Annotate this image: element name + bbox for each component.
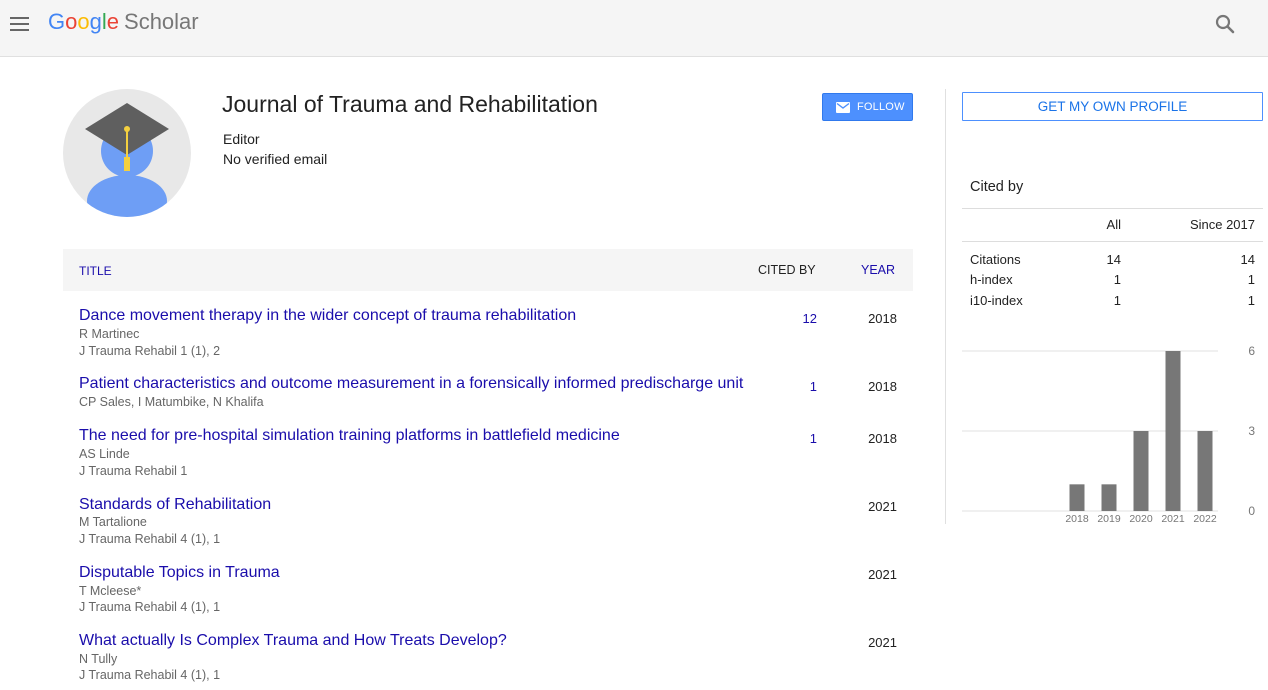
stat-all: 1 <box>1113 293 1121 308</box>
chart-x-tick-label: 2019 <box>1097 513 1121 525</box>
divider <box>962 208 1263 209</box>
stat-label: Citations <box>970 252 1021 267</box>
column-divider <box>945 89 946 524</box>
article-title[interactable]: Patient characteristics and outcome meas… <box>79 375 743 393</box>
article-title[interactable]: Dance movement therapy in the wider conc… <box>79 307 576 325</box>
article-year: 2018 <box>868 431 897 446</box>
column-all: All <box>1106 217 1121 232</box>
chart-y-tick-label: 0 <box>1248 504 1255 518</box>
menu-icon[interactable] <box>8 12 32 36</box>
article-year: 2021 <box>868 567 897 582</box>
chart-x-tick-label: 2022 <box>1193 513 1217 525</box>
article-authors: AS Linde <box>79 447 130 461</box>
mail-icon <box>836 102 850 113</box>
chart-bar-2018[interactable] <box>1069 484 1085 511</box>
cited-by-title: Cited by <box>970 179 1024 195</box>
stat-all: 14 <box>1106 252 1121 267</box>
article-venue: J Trauma Rehabil 4 (1), 1 <box>79 600 221 614</box>
chart-bar-2021[interactable] <box>1165 351 1181 511</box>
chart-bar-2022[interactable] <box>1197 431 1213 511</box>
chart-y-tick-label: 3 <box>1248 424 1255 438</box>
get-my-own-profile-button[interactable]: GET MY OWN PROFILE <box>962 92 1263 121</box>
article-year: 2021 <box>868 635 897 650</box>
article-title[interactable]: Standards of Rehabilitation <box>79 496 271 514</box>
stat-since: 14 <box>1240 252 1255 267</box>
article-title[interactable]: The need for pre-hospital simulation tra… <box>79 427 620 445</box>
google-scholar-logo[interactable]: Google Scholar <box>48 9 199 35</box>
article-title[interactable]: What actually Is Complex Trauma and How … <box>79 632 507 650</box>
search-icon[interactable] <box>1213 12 1237 36</box>
chart-y-tick-label: 6 <box>1248 344 1255 358</box>
article-venue: J Trauma Rehabil 4 (1), 1 <box>79 668 221 682</box>
stat-all: 1 <box>1113 272 1121 287</box>
stat-label: i10-index <box>970 293 1023 308</box>
article-authors: R Martinec <box>79 327 140 341</box>
stat-label: h-index <box>970 272 1013 287</box>
top-bar: Google Scholar <box>0 0 1268 57</box>
article-authors: T Mcleese* <box>79 584 142 598</box>
chart-bar-2019[interactable] <box>1101 484 1117 511</box>
article-title[interactable]: Disputable Topics in Trauma <box>79 564 280 582</box>
cited-by-count[interactable]: 1 <box>777 379 817 394</box>
stat-since: 1 <box>1247 272 1255 287</box>
divider <box>962 241 1263 242</box>
follow-button[interactable]: FOLLOW <box>822 93 913 121</box>
sort-by-cited[interactable]: CITED BY <box>758 263 816 277</box>
article-year: 2018 <box>868 311 897 326</box>
sort-by-year[interactable]: YEAR <box>861 263 895 277</box>
column-since: Since 2017 <box>1189 217 1255 232</box>
chart-x-tick-label: 2021 <box>1161 513 1185 525</box>
article-year: 2021 <box>868 499 897 514</box>
profile-name: Journal of Trauma and Rehabilitation <box>222 91 598 117</box>
avatar <box>63 89 191 217</box>
article-year: 2018 <box>868 379 897 394</box>
article-venue: J Trauma Rehabil 1 <box>79 464 188 478</box>
follow-label: FOLLOW <box>857 101 905 113</box>
sort-by-title[interactable]: TITLE <box>79 264 112 278</box>
profile-affiliation: Editor <box>223 131 260 147</box>
profile-email: No verified email <box>223 151 328 167</box>
article-authors: CP Sales, I Matumbike, N Khalifa <box>79 395 264 409</box>
citations-per-year-chart: 0 3 6 2018 2019 2020 2021 2022 <box>962 344 1255 525</box>
chart-x-tick-label: 2020 <box>1129 513 1153 525</box>
chart-x-tick-label: 2018 <box>1065 513 1089 525</box>
article-authors: N Tully <box>79 652 118 666</box>
cited-by-count[interactable]: 1 <box>777 431 817 446</box>
article-venue: J Trauma Rehabil 4 (1), 1 <box>79 532 221 546</box>
stat-since: 1 <box>1247 293 1255 308</box>
cited-by-count[interactable]: 12 <box>777 311 817 326</box>
article-venue: J Trauma Rehabil 1 (1), 2 <box>79 344 221 358</box>
article-authors: M Tartalione <box>79 515 147 529</box>
chart-bar-2020[interactable] <box>1133 431 1149 511</box>
